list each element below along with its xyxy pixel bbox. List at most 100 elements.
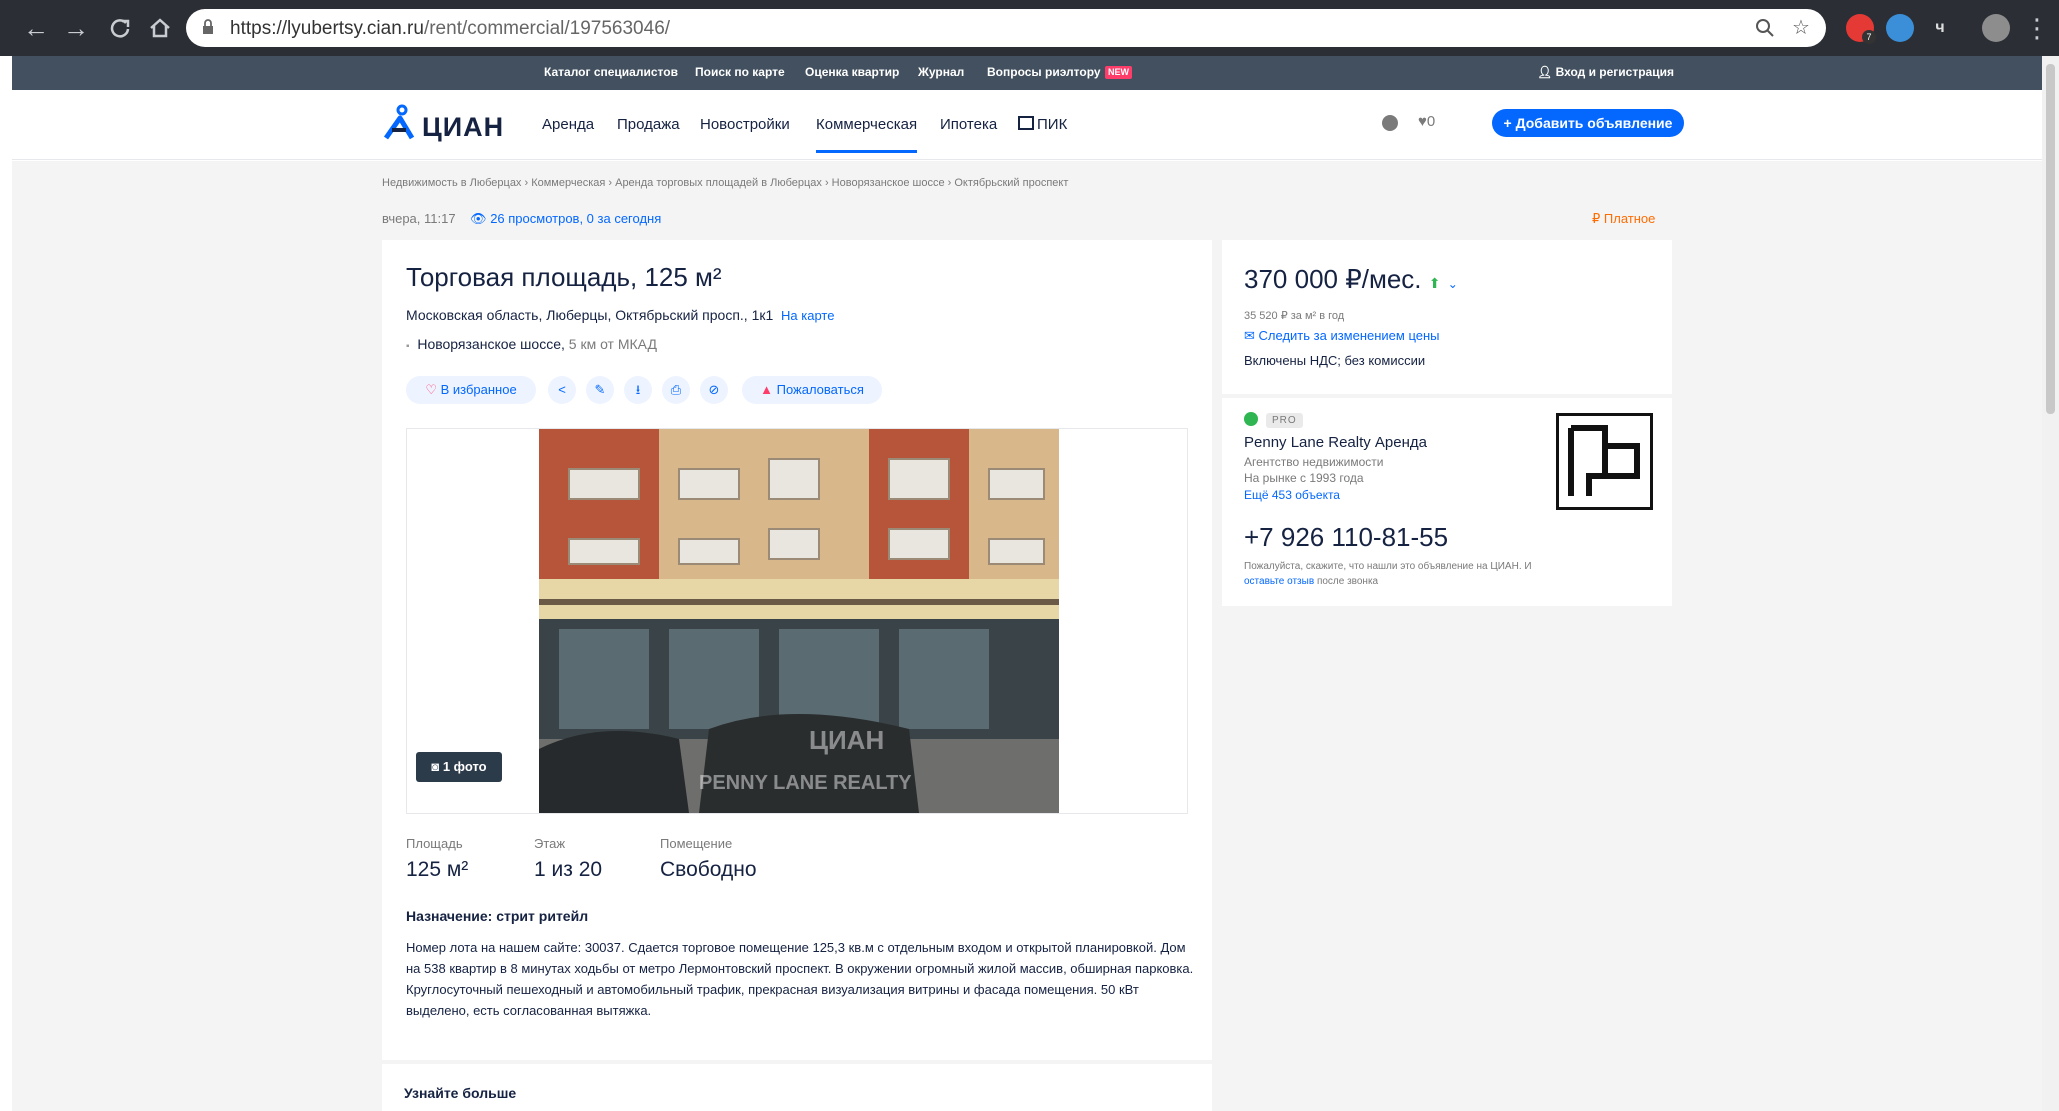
nav-mortgage[interactable]: Ипотека — [940, 116, 997, 133]
print-icon: ⎙ — [670, 382, 682, 397]
stat-area-value: 125 м² — [406, 858, 469, 881]
forward-icon[interactable]: → — [60, 12, 92, 44]
zoom-icon[interactable] — [1754, 17, 1776, 39]
agency-more-link[interactable]: Ещё 453 объекта — [1244, 488, 1340, 502]
photo-watermark-cian: ЦИАН — [809, 725, 884, 755]
highway-distance: 5 км от МКАД — [568, 336, 657, 352]
listing-meta: вчера, 11:17 👁︎ 26 просмотров, 0 за сего… — [382, 211, 661, 227]
stat-floor-label: Этаж — [534, 836, 566, 851]
logo-figure-icon — [383, 104, 415, 140]
stat-premises-label: Помещение — [660, 836, 733, 851]
reload-icon[interactable] — [104, 12, 136, 44]
agency-logo[interactable] — [1556, 413, 1653, 510]
heart-outline-icon: ♡ — [425, 382, 437, 397]
address-bar[interactable]: https://lyubertsy.cian.ru/rent/commercia… — [186, 9, 1826, 47]
new-badge: NEW — [1105, 66, 1132, 79]
url-text: https://lyubertsy.cian.ru/rent/commercia… — [230, 18, 670, 40]
nav-commercial[interactable]: Коммерческая — [816, 116, 918, 153]
mail-icon: ✉ — [1244, 328, 1255, 343]
listing-address: Московская область, Люберцы, Октябрьский… — [406, 307, 834, 323]
eye-icon: 👁︎ — [470, 211, 487, 226]
topbar-link-map-search[interactable]: Поиск по карте — [695, 65, 785, 79]
pik-label: ПИК — [1037, 116, 1068, 133]
map-link[interactable]: На карте — [781, 308, 834, 323]
url-host: https://lyubertsy.cian.ru — [230, 18, 424, 39]
nav-rent[interactable]: Аренда — [542, 116, 594, 133]
views-counter[interactable]: 👁︎ 26 просмотров, 0 за сегодня — [459, 211, 661, 226]
pro-badge: PRO — [1266, 413, 1303, 428]
price-history-chevron-icon[interactable]: ⌄ — [1448, 277, 1458, 291]
favorite-label: В избранное — [440, 382, 517, 397]
photo-count: 1 фото — [442, 759, 487, 774]
scrollbar-thumb[interactable] — [2046, 64, 2055, 414]
lock-icon — [203, 19, 213, 34]
warning-icon: ▲ — [760, 382, 773, 397]
chat-icon[interactable] — [1382, 115, 1398, 131]
call-note-text: Пожалуйста, скажите, что нашли это объяв… — [1244, 561, 1532, 572]
price: 370 000 ₽/мес. ⬆ ⌄ — [1244, 264, 1458, 295]
listing-purpose: Назначение: стрит ритейл — [406, 908, 589, 924]
agent-phone[interactable]: +7 926 110-81-55 — [1244, 522, 1448, 553]
topbar-link-journal[interactable]: Журнал — [918, 65, 964, 79]
stat-floor-value: 1 из 20 — [534, 858, 603, 881]
back-icon[interactable]: ← — [20, 12, 52, 44]
leave-review-link[interactable]: оставьте отзыв — [1244, 576, 1314, 587]
follow-price-label: Следить за изменением цены — [1258, 328, 1440, 343]
listing-description: Номер лота на нашем сайте: 30037. Сдаетс… — [406, 940, 1194, 1018]
nav-sale[interactable]: Продажа — [617, 116, 680, 133]
extension-icon-3[interactable]: ч — [1926, 14, 1954, 42]
browser-toolbar: ← → https://lyubertsy.cian.ru/rent/comme… — [0, 0, 2059, 56]
topbar-link-valuation[interactable]: Оценка квартир — [805, 65, 899, 79]
login-label: Вход и регистрация — [1555, 65, 1674, 79]
verified-check-icon — [1244, 412, 1258, 426]
listing-date: вчера, 11:17 — [382, 211, 456, 226]
extension-icon-1[interactable]: 7 — [1846, 14, 1876, 44]
edit-button[interactable]: ✎ — [586, 376, 614, 404]
report-button[interactable]: ▲ Пожаловаться — [742, 376, 882, 404]
favorites-count: 0 — [1426, 113, 1436, 130]
nav-new-buildings[interactable]: Новостройки — [700, 116, 790, 133]
print-button[interactable]: ⎙ — [662, 376, 690, 404]
ruble-icon: ₽ — [1592, 211, 1601, 226]
download-button[interactable]: ⭳ — [624, 376, 652, 404]
topbar-link-specialists[interactable]: Каталог специалистов — [544, 65, 678, 79]
user-icon: 👤︎ — [1537, 65, 1556, 79]
topbar-link-questions[interactable]: Вопросы риэлтору — [987, 65, 1101, 79]
favorite-button[interactable]: ♡ В избранное — [406, 376, 536, 404]
nav-pik[interactable]: ПИК — [1018, 116, 1067, 133]
hide-button[interactable]: ⊘ — [700, 376, 728, 404]
address-text: Московская область, Люберцы, Октябрьский… — [406, 307, 774, 323]
menu-dots-icon[interactable]: ⋮ — [2024, 12, 2050, 44]
follow-price-link[interactable]: ✉ Следить за изменением цены — [1244, 328, 1440, 344]
report-label: Пожаловаться — [776, 382, 864, 397]
price-value: 370 000 ₽/мес. — [1244, 264, 1422, 294]
agency-type: Агентство недвижимости — [1244, 455, 1384, 469]
agency-since: На рынке с 1993 года — [1244, 471, 1364, 485]
highway-icon: ▪ — [406, 341, 410, 352]
share-button[interactable]: < — [548, 376, 576, 404]
learn-more-heading: Узнайте больше — [404, 1085, 517, 1101]
listing-photo[interactable]: PENNY LANE REALTY ЦИАН — [539, 429, 1059, 813]
price-per-sqm: 35 520 ₽ за м² в год — [1244, 310, 1345, 322]
profile-avatar[interactable] — [1982, 14, 2010, 42]
camera-icon: ◙ — [431, 759, 440, 774]
extension-icon-2[interactable] — [1886, 14, 1914, 42]
favorites-counter[interactable]: ♥0 — [1418, 113, 1435, 130]
highway-name: Новорязанское шоссе, — [417, 336, 565, 352]
top-links-bar: Каталог специалистов Поиск по карте Оцен… — [12, 56, 2052, 90]
photo-gallery[interactable]: PENNY LANE REALTY ЦИАН — [406, 428, 1188, 814]
pencil-icon: ✎ — [594, 382, 606, 397]
call-note-end: после звонка — [1316, 576, 1379, 587]
home-icon[interactable] — [144, 12, 176, 44]
login-link[interactable]: 👤︎ Вход и регистрация — [1537, 65, 1674, 79]
breadcrumb[interactable]: Недвижимость в Люберцах › Коммерческая ›… — [382, 177, 1068, 189]
stat-area-label: Площадь — [406, 836, 463, 851]
agency-name[interactable]: Penny Lane Realty Аренда — [1244, 434, 1427, 451]
add-listing-button[interactable]: + Добавить объявление — [1492, 109, 1684, 137]
paid-badge: ₽ Платное — [1592, 211, 1655, 227]
paid-label: Платное — [1603, 211, 1656, 226]
scrollbar[interactable] — [2042, 56, 2059, 1111]
url-path: /rent/commercial/197563046/ — [423, 18, 671, 39]
bookmark-star-icon[interactable]: ☆ — [1790, 17, 1812, 39]
photo-count-badge[interactable]: ◙ 1 фото — [416, 752, 502, 782]
